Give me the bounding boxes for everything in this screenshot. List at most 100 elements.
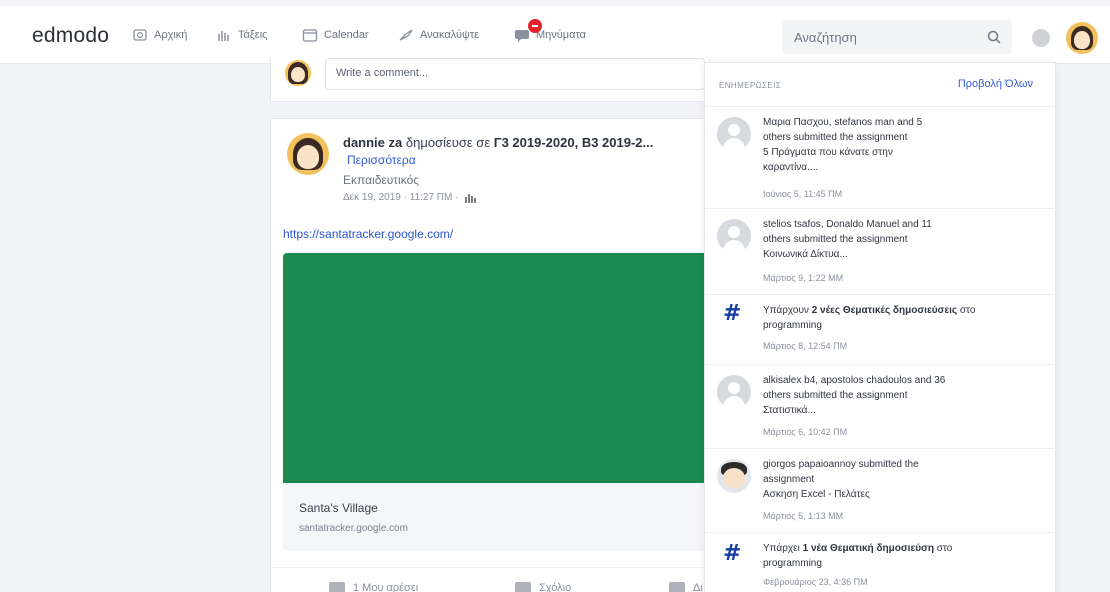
avatar-face xyxy=(291,67,305,82)
notification-line: others submitted the assignment xyxy=(763,132,908,143)
notification-time: Ιούνιος 5, 11:45 ΠΜ xyxy=(763,189,843,199)
notification-line: alkisalex b4, apostolos chadoulos and 36 xyxy=(763,375,946,386)
notifications-title: ΕΝΗΜΕΡΩΣΕΙΣ xyxy=(719,81,782,90)
hashtag-icon: # xyxy=(723,541,742,566)
share-label: Δι xyxy=(693,582,703,592)
notification-line: Κοινωνικά Δίκτυα... xyxy=(763,249,848,260)
notification-line: 5 Πράγματα που κάνατε στην xyxy=(763,147,893,158)
commenter-avatar xyxy=(285,60,311,86)
notifications-header: ΕΝΗΜΕΡΩΣΕΙΣ Προβολή Όλων xyxy=(705,63,1057,107)
home-icon xyxy=(133,29,147,41)
share-icon xyxy=(669,582,685,592)
search-icon[interactable] xyxy=(986,29,1002,45)
notification-text: alkisalex b4, apostolos chadoulos and 36… xyxy=(763,373,1033,418)
notification-time: Μάρτιος 6, 10:42 ΠΜ xyxy=(763,427,848,437)
notification-line: assignment xyxy=(763,474,815,485)
notification-line: Ασκηση Excel - Πελάτες xyxy=(763,489,870,500)
notification-line: Υπάρχουν 2 νέες Θεματικές δημοσιεύσεις σ… xyxy=(763,303,1033,318)
more-link[interactable]: Περισσότερα xyxy=(347,153,416,167)
notification-highlight: 1 νέα Θεματική δημοσιεύση xyxy=(802,543,934,554)
notification-line: καραντίνα.... xyxy=(763,162,819,173)
post-author-name[interactable]: dannie za xyxy=(343,135,402,150)
nav-discover-label: Ανακαλύψτε xyxy=(420,29,480,41)
notification-item[interactable]: giorgos papaioannoy submitted the assign… xyxy=(705,449,1057,533)
notifications-bell-icon[interactable] xyxy=(1032,29,1050,47)
share-button[interactable]: Δι xyxy=(669,582,703,592)
user-avatar[interactable] xyxy=(1066,22,1098,54)
thumbs-up-icon xyxy=(329,582,345,592)
notification-text: Υπάρχουν 2 νέες Θεματικές δημοσιεύσεις σ… xyxy=(763,303,1033,333)
notification-line: programming xyxy=(763,320,822,331)
notification-text: stelios tsafos, Donaldo Manuel and 11 ot… xyxy=(763,217,1033,262)
nav-home[interactable]: Αρχική xyxy=(132,28,187,42)
link-preview[interactable]: Santa's Village santatracker.google.com xyxy=(283,253,711,551)
default-user-icon xyxy=(717,375,751,409)
comment-composer: Write a comment... xyxy=(270,58,710,102)
view-all-link[interactable]: Προβολή Όλων xyxy=(958,78,1033,90)
nav-calendar[interactable]: Calendar xyxy=(302,28,369,42)
reply-label: Σχόλιο xyxy=(539,582,572,592)
notification-time: Φεβρουάριος 23, 4:36 ΠΜ xyxy=(763,577,868,587)
notification-time: Μάρτιος 9, 1:22 ΜΜ xyxy=(763,273,844,283)
notification-line: Μαρια Πασχου, stefanos man and 5 xyxy=(763,117,923,128)
edmodo-logo[interactable]: edmodo xyxy=(32,24,109,48)
notification-text: Μαρια Πασχου, stefanos man and 5 others … xyxy=(763,115,1033,175)
search-input[interactable]: Αναζήτηση xyxy=(782,20,1012,54)
comment-icon xyxy=(515,582,531,592)
nav-classes[interactable]: Τάξεις xyxy=(216,28,267,42)
notification-text-part: στο xyxy=(957,305,976,316)
post-header: dannie za δημοσίευσε σε Γ3 2019-2020, Β3… xyxy=(343,135,653,150)
discover-icon xyxy=(399,29,413,41)
post-date-text: Δεκ 19, 2019 · 11:27 ΠΜ · xyxy=(343,192,459,203)
classes-icon xyxy=(218,31,229,41)
notification-line: others submitted the assignment xyxy=(763,234,908,245)
post-actions: 1 Μου αρέσει Σχόλιο Δι xyxy=(271,567,711,592)
default-user-icon xyxy=(717,219,751,253)
notification-line: others submitted the assignment xyxy=(763,390,908,401)
top-navigation-bar: edmodo Αρχική Τάξεις Calendar Ανακαλύψτε… xyxy=(0,6,1110,64)
comment-input[interactable]: Write a comment... xyxy=(325,58,705,90)
like-label: 1 Μου αρέσει xyxy=(353,582,419,592)
nav-discover[interactable]: Ανακαλύψτε xyxy=(398,28,479,42)
messages-icon xyxy=(515,30,529,42)
reply-button[interactable]: Σχόλιο xyxy=(515,582,571,592)
notification-time: Μάρτιος 5, 1:13 ΜΜ xyxy=(763,511,844,521)
post-groups[interactable]: Γ3 2019-2020, Β3 2019-2... xyxy=(494,135,654,150)
notifications-dropdown: ΕΝΗΜΕΡΩΣΕΙΣ Προβολή Όλων Μαρια Πασχου, s… xyxy=(704,62,1057,592)
notification-item[interactable]: # Υπάρχει 1 νέα Θεματική δημοσιεύση στο … xyxy=(705,533,1057,592)
notification-text-part: Υπάρχει xyxy=(763,543,803,554)
notification-text-part: στο xyxy=(933,543,953,554)
avatar-face xyxy=(297,145,319,169)
notification-time: Μάρτιος 8, 12:54 ΠΜ xyxy=(763,341,848,351)
post-verb: δημοσίευσε σε xyxy=(405,135,491,150)
author-role: Εκπαιδευτικός xyxy=(343,173,420,187)
avatar-face xyxy=(723,468,745,488)
notification-item[interactable]: alkisalex b4, apostolos chadoulos and 36… xyxy=(705,365,1057,449)
author-avatar[interactable] xyxy=(287,133,329,175)
hashtag-icon: # xyxy=(723,301,742,326)
calendar-icon xyxy=(302,29,318,42)
notification-line: programming xyxy=(763,558,822,569)
nav-calendar-label: Calendar xyxy=(324,29,369,41)
messages-notification-badge xyxy=(528,19,542,33)
post-date: Δεκ 19, 2019 · 11:27 ΠΜ · xyxy=(343,192,477,203)
notification-text-part: Υπάρχουν xyxy=(763,305,812,316)
notification-line: stelios tsafos, Donaldo Manuel and 11 xyxy=(763,219,932,230)
avatar-face xyxy=(1074,31,1090,49)
notification-item[interactable]: stelios tsafos, Donaldo Manuel and 11 ot… xyxy=(705,209,1057,295)
notification-item[interactable]: # Υπάρχουν 2 νέες Θεματικές δημοσιεύσεις… xyxy=(705,295,1057,365)
post-card: dannie za δημοσίευσε σε Γ3 2019-2020, Β3… xyxy=(270,118,711,592)
classes-icon xyxy=(465,193,477,203)
nav-messages[interactable]: Μηνύματα xyxy=(514,28,586,42)
link-preview-url: santatracker.google.com xyxy=(299,523,408,534)
student-avatar-icon xyxy=(717,459,751,493)
notification-text: giorgos papaioannoy submitted the assign… xyxy=(763,457,1033,502)
like-button[interactable]: 1 Μου αρέσει xyxy=(329,582,418,592)
link-preview-title: Santa's Village xyxy=(299,501,378,515)
default-user-icon xyxy=(717,117,751,151)
notification-line: giorgos papaioannoy submitted the xyxy=(763,459,919,470)
notification-item[interactable]: Μαρια Πασχου, stefanos man and 5 others … xyxy=(705,107,1057,209)
post-link[interactable]: https://santatracker.google.com/ xyxy=(283,227,453,241)
nav-home-label: Αρχική xyxy=(154,29,188,41)
search-placeholder: Αναζήτηση xyxy=(794,30,857,45)
